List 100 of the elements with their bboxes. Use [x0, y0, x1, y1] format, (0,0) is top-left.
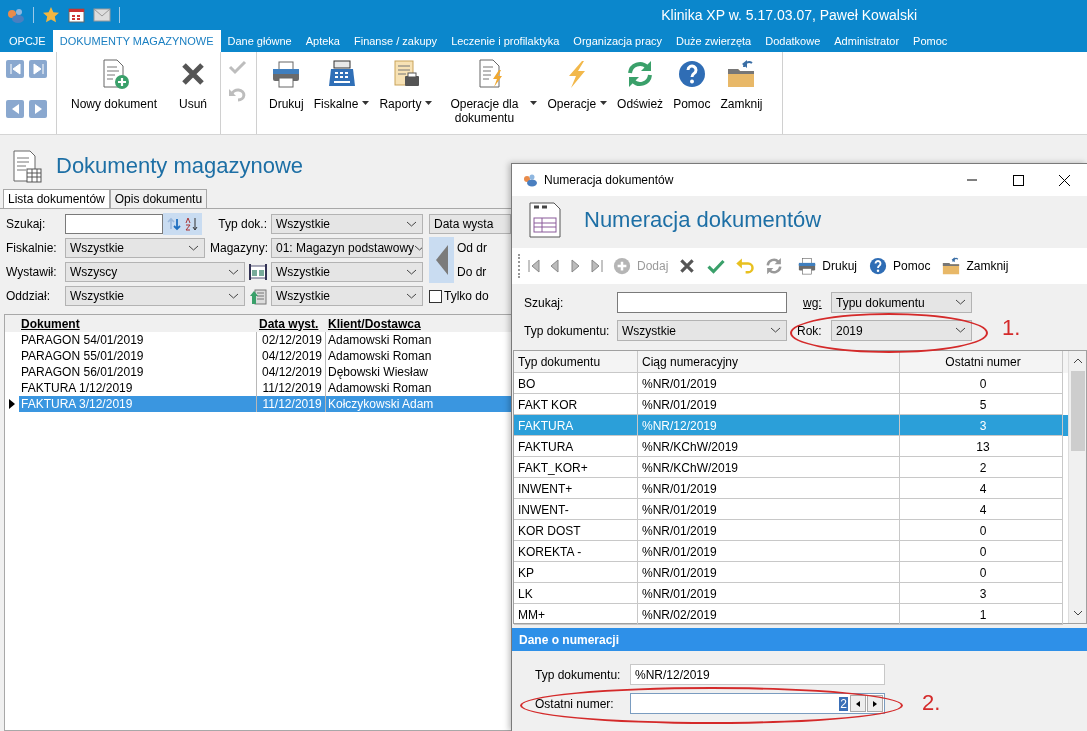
ribbon-tab[interactable]: Organizacja pracy	[566, 30, 669, 52]
field-label: Typ dok.:	[217, 217, 268, 231]
last-record-button[interactable]	[29, 60, 47, 78]
ribbon-button[interactable]: Usuń	[173, 58, 214, 111]
scrollbar[interactable]	[1068, 351, 1086, 623]
ribbon-button[interactable]: Zamknij	[716, 58, 767, 111]
tab[interactable]: Lista dokumentów	[3, 189, 110, 208]
table-row[interactable]: PARAGON 56/01/2019 04/12/2019 Dębowski Wiesław	[5, 364, 511, 380]
table-cell: 4	[900, 478, 1063, 499]
dropdown-field[interactable]: 2019	[831, 320, 972, 341]
printer-icon	[797, 256, 818, 276]
ribbon-tab[interactable]: Dane główne	[220, 30, 299, 52]
column-header[interactable]: Dokument	[19, 316, 256, 331]
dropdown-field[interactable]: Wszystkie	[271, 286, 423, 306]
dropdown-field[interactable]: Typu dokumentu	[831, 292, 972, 313]
ribbon-tab[interactable]: OPCJE	[2, 30, 53, 52]
table-cell: 04/12/2019	[256, 348, 326, 364]
checkbox[interactable]	[429, 289, 442, 303]
first-record-button[interactable]	[525, 259, 543, 273]
dropdown-field[interactable]: Wszystkie	[65, 286, 245, 306]
number-field[interactable]: 2	[630, 693, 885, 714]
table-row[interactable]: KOR DOST %NR/01/2019 0	[514, 520, 1068, 541]
table-cell: %NR/01/2019	[638, 562, 900, 583]
column-header[interactable]: Ciąg numeracyjny	[638, 351, 900, 373]
table-cell-text: FAKTURA 1/12/2019	[20, 381, 134, 395]
search-field[interactable]	[617, 292, 787, 313]
triangle-icon	[527, 259, 541, 273]
ribbon-tab[interactable]: Dodatkowe	[758, 30, 828, 52]
star-icon[interactable]	[42, 6, 60, 24]
ribbon-tab[interactable]: Duże zwierzęta	[669, 30, 759, 52]
chevron-icon	[955, 327, 966, 334]
table-row[interactable]: PARAGON 55/01/2019 04/12/2019 Adamowski Roman	[5, 348, 511, 364]
column-header[interactable]: Klient/Dostawca	[326, 316, 511, 331]
dropdown-field[interactable]: Wszyscy	[65, 262, 245, 282]
table-cell: KOR DOST	[514, 520, 638, 541]
table-cell: %NR/12/2019	[638, 415, 900, 436]
table-row[interactable]: INWENT+ %NR/01/2019 4	[514, 478, 1068, 499]
ribbon-tab[interactable]: DOKUMENTY MAGAZYNOWE	[52, 30, 221, 52]
chevron-icon	[406, 268, 417, 276]
column-header[interactable]: Ostatni numer	[900, 351, 1063, 373]
previous-period-button[interactable]	[429, 237, 454, 283]
ribbon-button[interactable]: Nowy dokument	[67, 58, 162, 111]
dropdown-field[interactable]: Data wysta	[429, 214, 511, 234]
ribbon-button[interactable]: Drukuj	[265, 58, 308, 111]
dropdown-field[interactable]: Wszystkie	[65, 238, 205, 258]
column-header[interactable]: Data wyst.	[256, 316, 326, 331]
ribbon-button[interactable]: Fiskalne	[309, 58, 374, 111]
field-label: Wystawił:	[6, 265, 58, 279]
sort-alphabet-icon[interactable]	[185, 217, 198, 231]
scrollbar-thumb[interactable]	[1071, 371, 1085, 451]
ribbon-tab[interactable]: Administrator	[827, 30, 907, 52]
table-cell: %NR/02/2019	[638, 604, 900, 625]
ribbon-button[interactable]: Operacje dla dokumentu	[438, 58, 542, 125]
dropdown-field[interactable]: 01: Magazyn podstawowy	[271, 238, 423, 258]
table-row[interactable]: FAKT_KOR+ %NR/KChW/2019 2	[514, 457, 1068, 478]
triangle-icon	[855, 699, 861, 708]
chevron-icon	[955, 299, 966, 306]
table-cell-text: Kołczykowski Adam	[327, 397, 435, 411]
field-label: Oddział:	[6, 289, 52, 303]
column-header[interactable]: Typ dokumentu	[514, 351, 638, 373]
calendar-icon[interactable]	[68, 6, 85, 24]
ribbon-tab[interactable]: Finanse / zakupy	[346, 30, 445, 52]
ribbon-button[interactable]: Operacje	[543, 58, 612, 111]
link[interactable]: Do dr	[457, 265, 511, 279]
checkmark-icon	[228, 58, 248, 76]
toolbar-button[interactable]: Zamknij	[938, 256, 1012, 276]
first-record-button[interactable]	[6, 60, 24, 78]
envelope-icon[interactable]	[93, 7, 111, 23]
next-record-button[interactable]	[29, 99, 47, 118]
table-row[interactable]: KOREKTA - %NR/01/2019 0	[514, 541, 1068, 562]
table-row[interactable]: KP %NR/01/2019 0	[514, 562, 1068, 583]
dropdown-field[interactable]: Wszystkie	[617, 320, 787, 341]
table-row[interactable]: LK %NR/01/2019 3	[514, 583, 1068, 604]
table-row[interactable]: INWENT- %NR/01/2019 4	[514, 499, 1068, 520]
search-field[interactable]	[65, 214, 163, 234]
sort-arrows-icon[interactable]	[167, 217, 181, 231]
dropdown-field[interactable]: Wszystkie	[271, 214, 423, 234]
paw-logo-icon	[522, 172, 538, 188]
link[interactable]: Od dr	[457, 241, 511, 255]
increment-button[interactable]	[867, 695, 883, 712]
ribbon-tab[interactable]: Pomoc	[906, 30, 955, 52]
ribbon-button[interactable]: Raporty	[375, 58, 437, 111]
ribbon-button[interactable]: Odśwież	[613, 58, 668, 111]
toolbar-button[interactable]: Pomoc	[865, 256, 934, 276]
previous-record-button[interactable]	[6, 99, 24, 118]
table-row[interactable]: MM+ %NR/02/2019 1	[514, 604, 1068, 625]
ribbon-tab[interactable]: Leczenie i profilaktyka	[444, 30, 567, 52]
last-record-button[interactable]	[588, 259, 606, 273]
text-field[interactable]: %NR/12/2019	[630, 664, 885, 685]
table-cell: %NR/01/2019	[638, 520, 900, 541]
toolbar-button[interactable]: Drukuj	[794, 256, 861, 276]
ribbon-button[interactable]: Pomoc	[669, 58, 715, 111]
ribbon-tab[interactable]: Apteka	[298, 30, 347, 52]
decrement-button[interactable]	[850, 695, 866, 712]
tab[interactable]: Opis dokumentu	[109, 189, 208, 208]
table-row[interactable]: PARAGON 54/01/2019 02/12/2019 Adamowski Roman	[5, 332, 511, 348]
undo-arrow-icon	[735, 256, 756, 276]
table-row[interactable]: FAKTURA %NR/KChW/2019 13	[514, 436, 1068, 457]
dropdown-field[interactable]: Wszystkie	[271, 262, 423, 282]
table-row[interactable]: BO %NR/01/2019 0	[514, 373, 1068, 394]
